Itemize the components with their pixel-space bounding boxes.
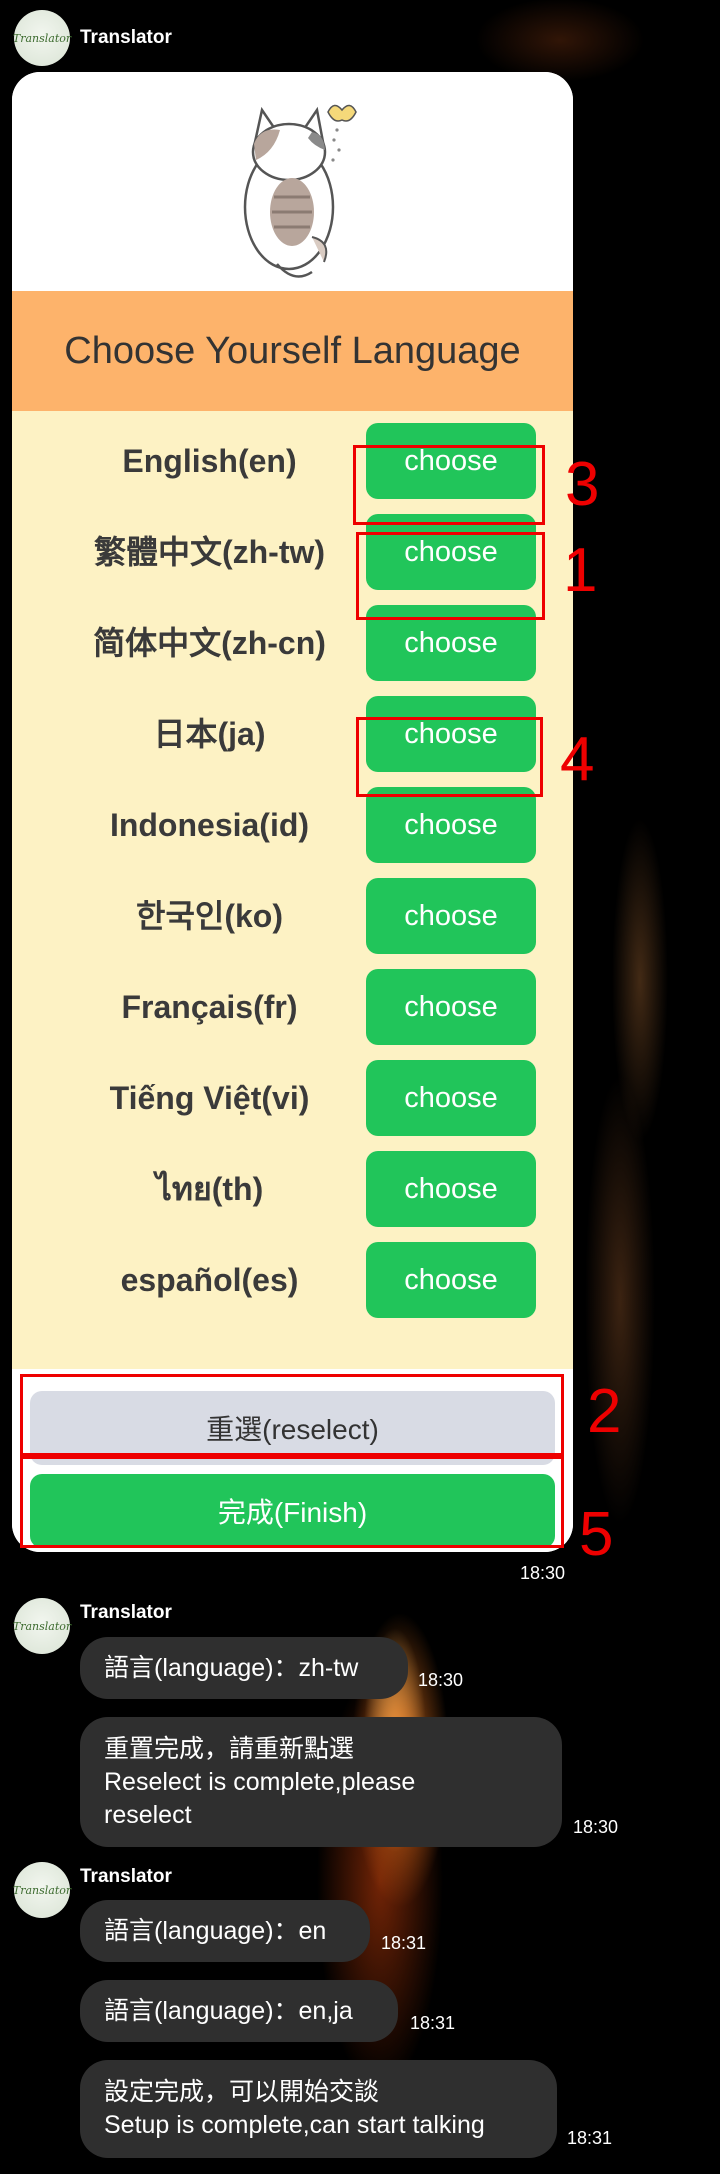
language-label: Tiếng Việt(vi) xyxy=(109,1080,310,1116)
annotation-number-2: 2 xyxy=(587,1377,622,1446)
message-bubble: 語言(language)：en xyxy=(80,1900,370,1962)
message-time: 18:31 xyxy=(410,2013,456,2033)
language-row-zh-cn: 简体中文(zh-cn) choose xyxy=(12,598,573,689)
avatar-logo-text: Translator xyxy=(12,1883,72,1897)
language-label: español(es) xyxy=(120,1262,299,1298)
message-text: Reselect is complete,please xyxy=(104,1767,416,1796)
avatar-logo-text: Translator xyxy=(12,31,72,45)
choose-button-ja[interactable]: choose xyxy=(366,696,536,772)
annotation-number-4: 4 xyxy=(560,725,595,794)
message-bubble: 語言(language)：zh-tw xyxy=(80,1637,408,1699)
bot-avatar[interactable]: Translator xyxy=(12,10,72,66)
message-bubble: 重置完成，請重新點選 Reselect is complete,please r… xyxy=(80,1717,562,1847)
language-label: 简体中文(zh-cn) xyxy=(93,625,326,661)
language-label: English(en) xyxy=(122,443,297,479)
choose-button-vi[interactable]: choose xyxy=(366,1060,536,1136)
card-actions: 重選(reselect) 完成(Finish) xyxy=(12,1369,573,1552)
cat-icon xyxy=(243,104,357,278)
message-time: 18:31 xyxy=(567,2128,613,2148)
choose-button-es[interactable]: choose xyxy=(366,1242,536,1318)
choose-button-en[interactable]: choose xyxy=(366,423,536,499)
message-text: 設定完成，可以開始交談 xyxy=(104,2078,380,2106)
message-text: reselect xyxy=(104,1800,192,1829)
language-list: English(en) choose 繁體中文(zh-tw) choose 简体… xyxy=(12,411,573,1369)
message-time: 18:30 xyxy=(520,1563,566,1583)
language-label: 한국인(ko) xyxy=(136,898,283,934)
bot-name: Translator xyxy=(80,1866,172,1887)
choose-button-fr[interactable]: choose xyxy=(366,969,536,1045)
language-label: 繁體中文(zh-tw) xyxy=(93,534,326,570)
language-row-es: español(es) choose xyxy=(12,1235,573,1326)
language-row-vi: Tiếng Việt(vi) choose xyxy=(12,1053,573,1144)
annotation-number-5: 5 xyxy=(579,1500,614,1569)
bot-avatar[interactable]: Translator xyxy=(12,1862,72,1918)
reselect-button[interactable]: 重選(reselect) xyxy=(30,1391,555,1465)
choose-button-id[interactable]: choose xyxy=(366,787,536,863)
language-label: Français(fr) xyxy=(121,989,298,1025)
bot-header: Translator Translator xyxy=(12,10,172,66)
bot-name: Translator xyxy=(80,1602,172,1623)
language-row-id: Indonesia(id) choose xyxy=(12,780,573,871)
message-text: 語言(language)：en xyxy=(104,1916,327,1945)
message-text: 語言(language)：zh-tw xyxy=(104,1653,359,1682)
language-row-th: ไทย(th) choose xyxy=(12,1144,573,1235)
bot-avatar[interactable]: Translator xyxy=(12,1598,72,1654)
language-label: 日本(ja) xyxy=(153,716,266,752)
message-text: 語言(language)：en,ja xyxy=(104,1996,353,2025)
card-title: Choose Yourself Language xyxy=(12,291,573,411)
message-bubble: 設定完成，可以開始交談 Setup is complete,can start … xyxy=(80,2060,557,2158)
annotation-number-3: 3 xyxy=(565,450,600,519)
finish-button[interactable]: 完成(Finish) xyxy=(30,1474,555,1548)
message-time: 18:30 xyxy=(573,1817,619,1837)
language-selection-card: Choose Yourself Language English(en) cho… xyxy=(12,72,573,1552)
choose-button-zh-tw[interactable]: choose xyxy=(366,514,536,590)
annotation-number-1: 1 xyxy=(563,536,598,605)
message-time: 18:31 xyxy=(381,1933,427,1953)
choose-button-ko[interactable]: choose xyxy=(366,878,536,954)
language-row-en: English(en) choose xyxy=(12,416,573,507)
message-text: 重置完成，請重新點選 xyxy=(104,1734,355,1763)
choose-button-zh-cn[interactable]: choose xyxy=(366,605,536,681)
message-text: Setup is complete,can start talking xyxy=(104,2111,485,2139)
language-label: Indonesia(id) xyxy=(109,807,310,843)
cat-illustration xyxy=(12,72,573,291)
message-bubble: 語言(language)：en,ja xyxy=(80,1980,398,2042)
language-label: ไทย(th) xyxy=(155,1171,264,1207)
bot-name: Translator xyxy=(80,27,172,48)
choose-button-th[interactable]: choose xyxy=(366,1151,536,1227)
language-row-zh-tw: 繁體中文(zh-tw) choose xyxy=(12,507,573,598)
avatar-logo-text: Translator xyxy=(12,1619,72,1633)
language-row-ko: 한국인(ko) choose xyxy=(12,871,573,962)
message-time: 18:30 xyxy=(418,1670,464,1690)
language-row-fr: Français(fr) choose xyxy=(12,962,573,1053)
language-row-ja: 日本(ja) choose xyxy=(12,689,573,780)
